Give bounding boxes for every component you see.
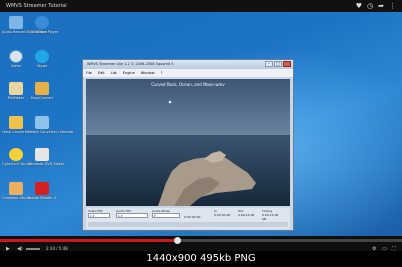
close-icon[interactable] <box>283 61 291 67</box>
youcam-icon <box>9 148 23 161</box>
in-point-control: In 0:00:00:00 <box>214 209 236 217</box>
image-caption: 1440x900 495kb PNG <box>0 251 402 267</box>
desktop-icon-skype[interactable]: Skype <box>28 50 56 68</box>
progress-fill <box>0 239 177 242</box>
desktop-icon-quicktime[interactable]: QuickTime Player <box>28 16 59 34</box>
video-fec-control: Video FEC 1 ▾ <box>88 209 110 218</box>
out-point-control: Out 0:00:14:00 <box>238 209 260 217</box>
wmvs-streamer-window: WMVS Streamer Lite 1.2 © 2006-2008 Squar… <box>82 59 294 231</box>
video-title: WMVS Streamer Tutorial <box>6 3 67 9</box>
position-value: 0:00:00:00 <box>184 215 201 219</box>
menu-edit[interactable]: Edit <box>98 69 105 77</box>
window-menu-bar: File Edit List Engine Window ? <box>83 69 293 77</box>
desktop-icon-hash[interactable]: Hash Converter <box>2 116 30 134</box>
desktop-icon-filemaker[interactable]: FileMaker <box>2 82 30 100</box>
desktop-icon-label: Safari <box>10 64 22 68</box>
desktop-icon-label: Skype <box>36 64 48 68</box>
desktop-icon-label: QuickTime Player <box>28 30 59 34</box>
out-value: 0:00:14:00 <box>238 213 255 217</box>
video-title-bar: WMVS Streamer Tutorial ♥ ◷ ➦ ⋮ <box>0 0 402 12</box>
like-icon[interactable]: ♥ <box>356 0 362 12</box>
desktop-icon-label: CyberLink YouCam <box>2 162 35 166</box>
progress-bar[interactable] <box>0 237 402 244</box>
quicktime-icon <box>35 16 49 29</box>
desktop-icon-label: Windows DVD Maker <box>28 162 65 166</box>
desktop-icon-dvd-maker[interactable]: Windows DVD Maker <box>28 148 65 166</box>
camtasia-icon <box>9 182 23 195</box>
menu-window[interactable]: Window <box>141 69 155 77</box>
stream-controls: Video FEC 1 ▾ Audio FEC 1 ▾ Audio Mode ▾… <box>86 208 290 229</box>
video-title-overlay: Curved Rock, Ocean, and Moon.wmv <box>151 82 225 87</box>
audio-mode-select[interactable]: ▾ <box>152 213 180 218</box>
desktop-icons: Audio Record Edit Toolbox QuickTime Play… <box>0 12 74 236</box>
desktop-icon-easyconvert[interactable]: EasyConvert <box>28 82 56 100</box>
in-value: 0:00:00:00 <box>214 213 231 217</box>
menu-help[interactable]: ? <box>161 69 163 77</box>
desktop-icon-label: EasyConvert <box>30 96 54 100</box>
maximize-icon[interactable]: □ <box>274 61 282 67</box>
hash-icon <box>9 116 23 129</box>
desktop-icon-label: Audio Record Edit Toolbox <box>2 30 48 34</box>
audio-fec-control: Audio FEC 1 ▾ <box>116 209 148 218</box>
menu-file[interactable]: File <box>86 69 92 77</box>
title-tools: ♥ ◷ ➦ ⋮ <box>356 0 396 12</box>
desktop-icon-label: Media Converter Ultimate <box>28 130 74 134</box>
desktop-icon-adobe-reader[interactable]: Adobe Reader X <box>28 182 56 200</box>
safari-icon <box>9 50 23 63</box>
skype-icon <box>35 50 49 63</box>
position-display: 0:00:00:00 <box>184 215 212 219</box>
video-player: WMVS Streamer Tutorial ♥ ◷ ➦ ⋮ Audio Rec… <box>0 0 402 267</box>
easyconvert-icon <box>35 82 49 95</box>
desktop-icon-camtasia[interactable]: Camtasia Studio <box>2 182 31 200</box>
ab-value[interactable]: AB <box>262 217 288 221</box>
desktop-icon-safari[interactable]: Safari <box>2 50 30 68</box>
audio-fec-select[interactable]: 1 ▾ <box>116 213 148 218</box>
desktop-icon-label: Hash Converter <box>2 130 30 134</box>
filemaker-icon <box>9 82 23 95</box>
desktop-icon-label: FileMaker <box>7 96 25 100</box>
watch-later-icon[interactable]: ◷ <box>367 0 373 12</box>
menu-list[interactable]: List <box>111 69 117 77</box>
desktop-icon-media-converter[interactable]: Media Converter Ultimate <box>28 116 74 134</box>
more-icon[interactable]: ⋮ <box>389 0 396 12</box>
audio-record-icon <box>9 16 23 29</box>
minimize-icon[interactable]: – <box>265 61 273 67</box>
media-converter-icon <box>35 116 49 129</box>
window-title-bar[interactable]: WMVS Streamer Lite 1.2 © 2006-2008 Squar… <box>83 60 293 69</box>
window-buttons: – □ <box>265 61 291 67</box>
desktop-icon-label: Camtasia Studio <box>2 196 31 200</box>
desktop-icon-label: Adobe Reader X <box>28 196 57 200</box>
scrubber-handle[interactable] <box>173 237 181 244</box>
dvd-maker-icon <box>35 148 49 161</box>
windows-desktop: Audio Record Edit Toolbox QuickTime Play… <box>0 12 402 236</box>
window-title: WMVS Streamer Lite 1.2 © 2006-2008 Squar… <box>87 62 174 66</box>
transport-strip[interactable] <box>88 222 288 227</box>
video-frame-image <box>86 79 290 206</box>
audio-mode-control: Audio Mode ▾ <box>152 209 180 218</box>
video-preview: Curved Rock, Ocean, and Moon.wmv <box>86 79 290 206</box>
desktop-icon-youcam[interactable]: CyberLink YouCam <box>2 148 35 166</box>
timing-control: Timing 0:00:14:00 AB <box>262 209 288 221</box>
share-icon[interactable]: ➦ <box>378 0 384 12</box>
menu-engine[interactable]: Engine <box>123 69 135 77</box>
volume-slider[interactable] <box>26 248 40 250</box>
adobe-reader-icon <box>35 182 49 195</box>
video-fec-select[interactable]: 1 ▾ <box>88 213 110 218</box>
desktop-icon-audio-record[interactable]: Audio Record Edit Toolbox <box>2 16 48 34</box>
